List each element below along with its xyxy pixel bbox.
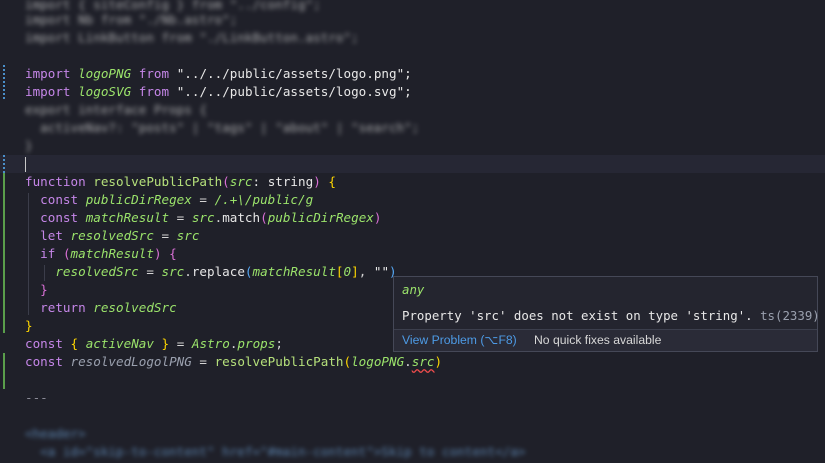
no-quick-fixes-label: No quick fixes available [534, 333, 662, 347]
current-line-highlight [0, 155, 825, 173]
identifier: resolvedSrc [93, 300, 177, 315]
code-line-return: return resolvedSrc [25, 299, 177, 317]
identifier: matchResult [70, 246, 154, 261]
identifier: resolvedSrc [70, 228, 154, 243]
identifier: logoPNG [351, 354, 405, 369]
function-name: resolvePublicPath [93, 174, 223, 189]
keyword: const [25, 336, 63, 351]
keyword: if [40, 246, 56, 261]
code-line-import-png: import logoPNG from "../../public/assets… [25, 65, 412, 83]
code-line-close-fn: } [25, 318, 33, 333]
hover-actions-bar: View Problem (⌥F8) No quick fixes availa… [394, 330, 817, 351]
keyword: from [138, 84, 170, 99]
number-literal: 0 [343, 264, 352, 279]
hover-error-message: Property 'src' does not exist on type 's… [402, 308, 820, 323]
identifier: matchResult [252, 264, 336, 279]
code-editor[interactable]: import { siteConfig } from "../config"; … [0, 0, 825, 463]
gutter-modified-marker [3, 65, 5, 101]
keyword: const [40, 192, 79, 207]
identifier: matchResult [85, 210, 170, 225]
text-cursor [25, 157, 26, 172]
code-line-import-svg: import logoSVG from "../../public/assets… [25, 83, 412, 101]
keyword: from [138, 66, 170, 81]
parameter: src [229, 174, 253, 189]
identifier: publicDirRegex [85, 192, 192, 207]
code-line-close-if: } [40, 282, 48, 297]
identifier: props [237, 336, 276, 351]
error-code: ts(2339) [760, 308, 820, 323]
keyword: import [25, 84, 71, 99]
keyword: return [40, 300, 86, 315]
frontmatter-divider: --- [25, 390, 48, 405]
identifier: Astro [191, 336, 230, 351]
code-line-let: let resolvedSrc = src [40, 228, 200, 243]
code-line-blurred: activeNav?: "posts" | "tags" | "about" |… [25, 120, 420, 135]
gutter-added-marker [3, 353, 5, 389]
code-line-resolved-logo: const resolvedLogolPNG = resolvePublicPa… [25, 354, 443, 369]
error-squiggle[interactable]: src [412, 354, 435, 369]
gutter-added-marker [3, 173, 5, 333]
code-line-blurred: <header> [25, 426, 86, 441]
keyword: const [40, 210, 79, 225]
method-name: match [222, 210, 261, 225]
code-line-blurred: import LinkButton from "./LinkButton.ast… [25, 30, 359, 45]
function-name: resolvePublicPath [214, 354, 344, 369]
gutter-modified-marker [3, 155, 5, 173]
identifier: logoSVG [78, 84, 132, 99]
string-literal: "" [373, 264, 390, 279]
identifier: src [176, 228, 200, 243]
regex-literal: /.+\/public/g [214, 192, 314, 207]
code-line-active-nav: const { activeNav } = Astro.props; [25, 336, 283, 351]
code-line-match: const matchResult = src.match(publicDirR… [40, 210, 382, 225]
identifier: resolvedLogolPNG [70, 354, 192, 369]
keyword: function [25, 174, 86, 189]
keyword: import [25, 66, 71, 81]
method-name: replace [191, 264, 245, 279]
code-line-blurred: import Nb from "./Nb.astro"; [25, 12, 238, 27]
string-literal: "../../public/assets/logo.svg"; [176, 84, 412, 99]
type-name: string [267, 174, 314, 189]
keyword: let [40, 228, 63, 243]
identifier: logoPNG [78, 66, 132, 81]
code-line-replace: resolvedSrc = src.replace(matchResult[0]… [55, 264, 397, 279]
code-line-blurred: export interface Props { [25, 102, 207, 117]
view-problem-link[interactable]: View Problem (⌥F8) [402, 333, 517, 347]
keyword: const [25, 354, 63, 369]
identifier: src [161, 264, 185, 279]
code-line-blurred: } [25, 138, 33, 153]
string-literal: "../../public/assets/logo.png"; [176, 66, 412, 81]
error-text: Property 'src' does not exist on type 's… [402, 308, 753, 323]
identifier: resolvedSrc [55, 264, 139, 279]
code-line-blurred: <a id="skip-to-content" href="#main-cont… [25, 444, 526, 459]
identifier: publicDirRegex [267, 210, 374, 225]
hover-tooltip: any Property 'src' does not exist on typ… [393, 276, 820, 352]
code-line-if: if (matchResult) { [40, 246, 177, 261]
identifier: src [191, 210, 215, 225]
hover-type-label: any [402, 282, 425, 297]
code-line-regex: const publicDirRegex = /.+\/public/g [40, 192, 314, 207]
code-line-function: function resolvePublicPath(src: string) … [25, 174, 336, 189]
identifier: activeNav [85, 336, 154, 351]
